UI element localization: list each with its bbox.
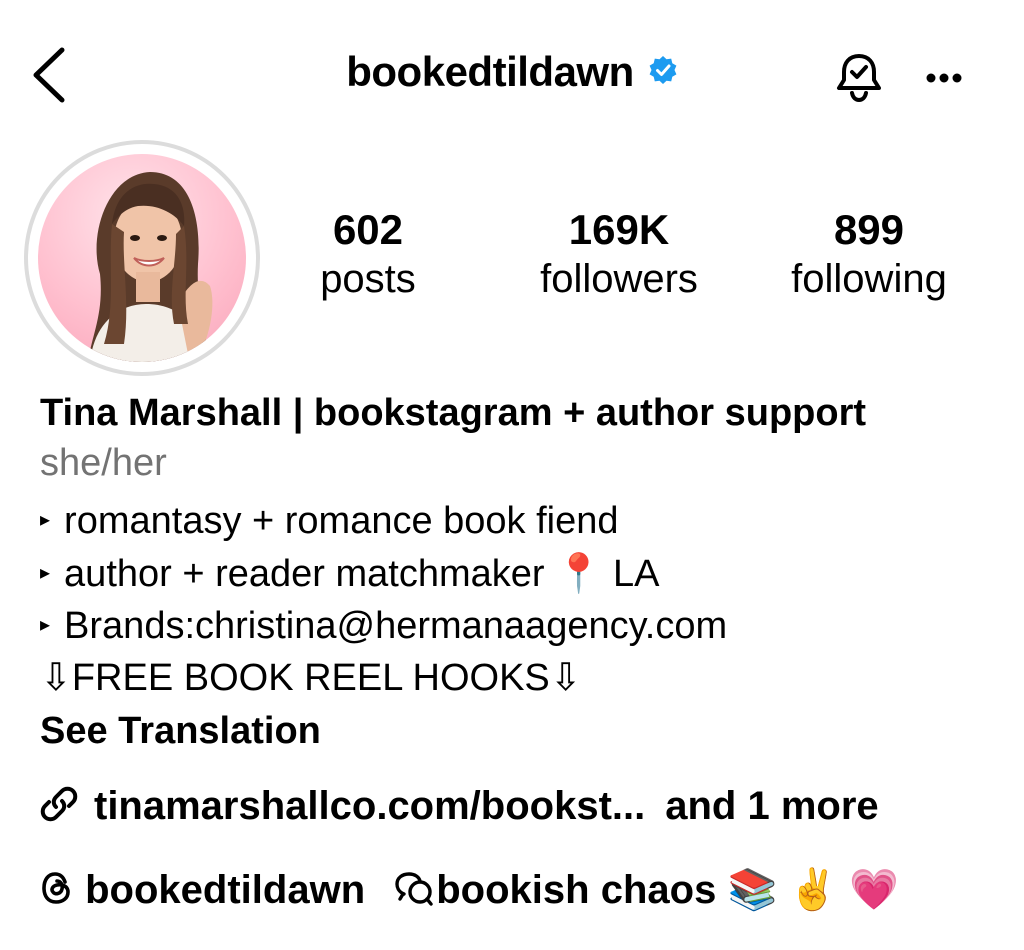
followers-count: 169K bbox=[568, 206, 670, 253]
topic-emojis: 📚 ✌️ 💗 bbox=[727, 868, 900, 912]
bio-text: ⇩FREE BOOK REEL HOOKS⇩ bbox=[40, 657, 582, 699]
link-url: tinamarshallco.com/bookst... bbox=[94, 784, 646, 828]
threads-handle: bookedtildawn bbox=[85, 868, 366, 912]
followers-label: followers bbox=[540, 257, 698, 301]
bio-email[interactable]: Brands:christina@hermanaagency.com bbox=[64, 605, 727, 647]
bio-text: romantasy + romance book fiend bbox=[64, 500, 619, 542]
following-label: following bbox=[791, 257, 947, 301]
speech-bubbles-icon bbox=[395, 872, 433, 907]
bio-line: ▸ Brands:christina@hermanaagency.com bbox=[40, 601, 727, 651]
stat-posts[interactable]: 602 posts bbox=[268, 205, 468, 303]
threads-badge[interactable]: bookedtildawn bbox=[38, 868, 376, 912]
bullet-icon: ▸ bbox=[40, 613, 51, 636]
bullet-icon: ▸ bbox=[40, 561, 51, 584]
bio-line: ⇩FREE BOOK REEL HOOKS⇩ bbox=[40, 653, 582, 703]
posts-count: 602 bbox=[332, 206, 404, 253]
link-icon bbox=[40, 787, 78, 822]
see-translation-button[interactable]: See Translation bbox=[40, 706, 321, 756]
notifications-button[interactable] bbox=[832, 50, 886, 104]
display-name: Tina Marshall | bookstagram + author sup… bbox=[40, 392, 867, 434]
bio-text: author + reader matchmaker bbox=[64, 553, 545, 595]
verified-badge-icon bbox=[648, 47, 678, 95]
stat-following[interactable]: 899 following bbox=[769, 205, 969, 303]
bullet-icon: ▸ bbox=[40, 508, 51, 531]
pronouns: she/her bbox=[40, 442, 167, 484]
bio-line: ▸ author + reader matchmaker 📍 LA bbox=[40, 549, 660, 599]
more-horizontal-icon bbox=[926, 73, 962, 83]
following-count: 899 bbox=[833, 206, 905, 253]
badges-row: bookedtildawn bookish chaos 📚 ✌️ 💗 bbox=[38, 866, 899, 913]
bio-line: ▸ romantasy + romance book fiend bbox=[40, 496, 619, 546]
username: bookedtildawn bbox=[346, 48, 634, 95]
external-link[interactable]: tinamarshallco.com/bookst... and 1 more bbox=[38, 784, 879, 829]
stat-followers[interactable]: 169K followers bbox=[519, 205, 719, 303]
more-options-button[interactable] bbox=[918, 58, 970, 98]
link-more: and 1 more bbox=[665, 784, 879, 828]
topic-text: bookish chaos bbox=[436, 868, 717, 912]
threads-icon bbox=[42, 872, 70, 905]
topic-badge[interactable]: bookish chaos 📚 ✌️ 💗 bbox=[394, 868, 899, 912]
avatar-photo bbox=[88, 172, 213, 362]
profile-avatar[interactable] bbox=[38, 154, 246, 362]
posts-label: posts bbox=[320, 257, 416, 301]
bio-location: LA bbox=[613, 553, 660, 595]
bell-check-icon bbox=[837, 54, 881, 103]
pin-emoji: 📍 bbox=[555, 553, 603, 595]
